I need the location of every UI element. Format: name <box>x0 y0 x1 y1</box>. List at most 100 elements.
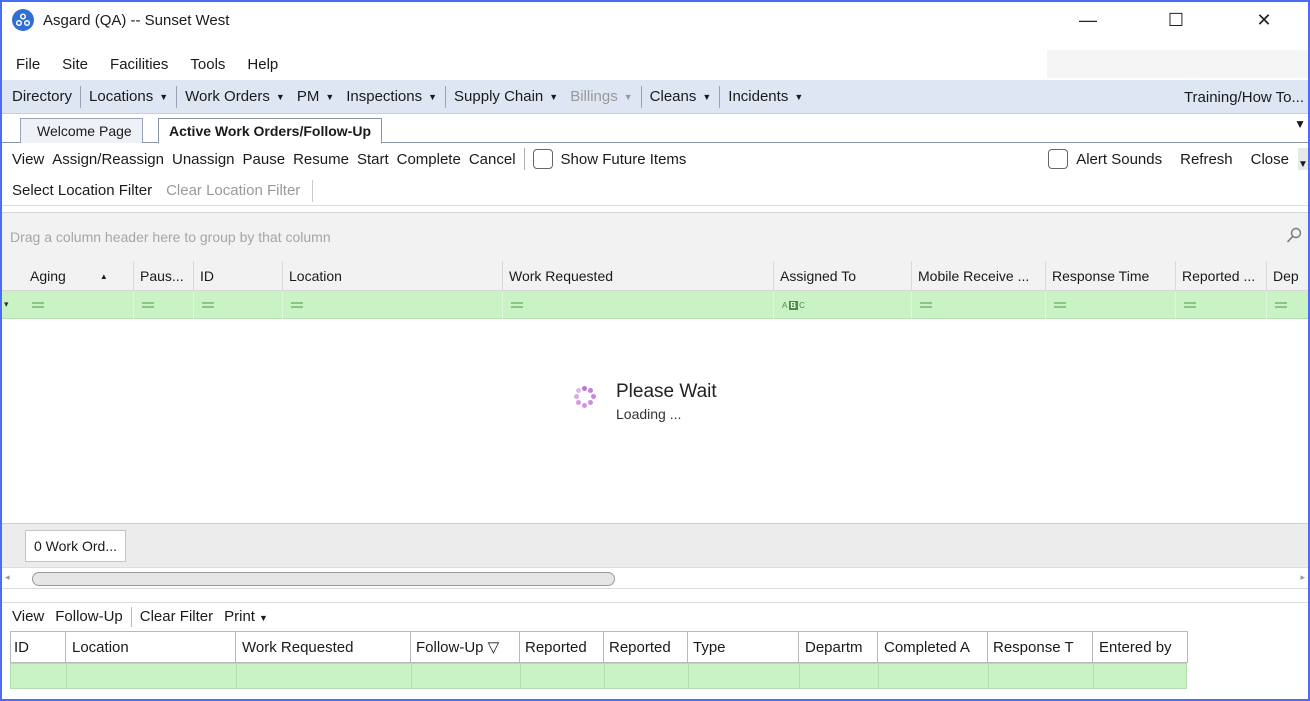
close-window-button[interactable]: ✕ <box>1220 2 1308 38</box>
filter-cell-work-requested[interactable] <box>502 291 773 319</box>
menu-site[interactable]: Site <box>51 56 99 73</box>
nav-supply-chain[interactable]: Supply Chain ▼ <box>448 88 564 105</box>
nav-inspections[interactable]: Inspections ▼ <box>340 88 443 105</box>
module-nav-bar: Directory Locations ▼ Work Orders ▼ PM ▼ In… <box>2 80 1308 114</box>
app-window: Asgard (QA) -- Sunset West — ☐ ✕ File Si… <box>0 0 1310 701</box>
nav-locations[interactable]: Locations ▼ <box>83 88 174 105</box>
column-header-reported[interactable]: Reported ... <box>1175 261 1266 291</box>
filter-cell-location[interactable] <box>282 291 502 319</box>
filter-cell-aging[interactable] <box>24 291 133 319</box>
checkbox-icon <box>532 149 553 169</box>
minimize-button[interactable]: — <box>1044 2 1132 38</box>
cancel-button[interactable]: Cancel <box>465 151 520 168</box>
followup-column-work-requested[interactable]: Work Requested <box>235 631 410 663</box>
tab-list-icon[interactable]: ▼ <box>1294 117 1306 131</box>
column-header-mobile-receive[interactable]: Mobile Receive ... <box>911 261 1045 291</box>
view-button[interactable]: View <box>2 151 48 168</box>
caret-down-icon: ▼ <box>428 91 438 102</box>
filter-cell-department[interactable] <box>1266 291 1308 319</box>
followup-column-completed-at[interactable]: Completed A <box>877 631 987 663</box>
clear-location-filter-button[interactable]: Clear Location Filter <box>156 182 304 199</box>
nav-directory[interactable]: Directory <box>2 88 78 105</box>
menu-facilities[interactable]: Facilities <box>99 56 179 73</box>
nav-cleans[interactable]: Cleans ▼ <box>644 88 718 105</box>
menu-help[interactable]: Help <box>236 56 289 73</box>
column-header-response-time[interactable]: Response Time <box>1045 261 1175 291</box>
document-tabs: Welcome Page Active Work Orders/Follow-U… <box>2 115 1308 144</box>
column-header-work-requested[interactable]: Work Requested <box>502 261 773 291</box>
followup-column-type[interactable]: Type <box>687 631 798 663</box>
column-header-location[interactable]: Location <box>282 261 502 291</box>
follow-up-toolbar: View Follow-Up Clear Filter Print ▼ <box>2 602 1308 630</box>
caret-down-icon: ▼ <box>623 91 633 102</box>
complete-button[interactable]: Complete <box>393 151 465 168</box>
group-by-panel[interactable]: Drag a column header here to group by th… <box>2 213 1308 261</box>
clear-filter-button[interactable]: Clear Filter <box>137 608 216 625</box>
loading-title: Please Wait <box>616 381 717 402</box>
followup-column-follow-up[interactable]: Follow-Up ▽ <box>410 631 519 663</box>
followup-column-reported[interactable]: Reported <box>519 631 603 663</box>
caret-down-icon: ▼ <box>549 91 559 102</box>
follow-up-button[interactable]: Follow-Up <box>47 608 126 625</box>
filter-cell-mobile-receive[interactable] <box>911 291 1045 319</box>
follow-up-view-button[interactable]: View <box>2 608 47 625</box>
print-button[interactable]: Print ▼ <box>216 608 271 625</box>
menu-file[interactable]: File <box>2 56 51 73</box>
refresh-button[interactable]: Refresh <box>1171 151 1242 168</box>
scrollbar-thumb[interactable] <box>32 572 615 586</box>
unassign-button[interactable]: Unassign <box>168 151 239 168</box>
equals-icon <box>1054 302 1066 308</box>
horizontal-scrollbar[interactable]: ◂ ▸ <box>2 567 1308 589</box>
title-bar: Asgard (QA) -- Sunset West — ☐ ✕ <box>2 2 1308 38</box>
alert-sounds-checkbox[interactable]: Alert Sounds <box>1039 149 1171 169</box>
column-header-department[interactable]: Dep <box>1266 261 1308 291</box>
resume-button[interactable]: Resume <box>289 151 353 168</box>
followup-column-id[interactable]: ID <box>10 631 65 663</box>
nav-separator <box>80 85 82 108</box>
tab-welcome-page[interactable]: Welcome Page <box>20 118 143 143</box>
followup-column-location[interactable]: Location <box>65 631 235 663</box>
filter-cell-reported[interactable] <box>1175 291 1266 319</box>
nav-work-orders[interactable]: Work Orders ▼ <box>179 88 291 105</box>
followup-column-reported-2[interactable]: Reported <box>603 631 687 663</box>
column-header-id[interactable]: ID <box>193 261 282 291</box>
scroll-left-icon[interactable]: ◂ <box>5 572 10 583</box>
filter-cell-paused[interactable] <box>133 291 193 319</box>
close-tab-button[interactable]: Close <box>1242 151 1298 168</box>
pause-button[interactable]: Pause <box>239 151 290 168</box>
nav-training-link[interactable]: Training/How To... <box>1184 80 1304 114</box>
menu-tools[interactable]: Tools <box>179 56 236 73</box>
filter-cell-divider <box>604 664 605 688</box>
column-header-assigned-to[interactable]: Assigned To <box>773 261 911 291</box>
assign-reassign-button[interactable]: Assign/Reassign <box>48 151 168 168</box>
maximize-button[interactable]: ☐ <box>1132 2 1220 38</box>
filter-cell-divider <box>1093 664 1094 688</box>
followup-column-entered-by[interactable]: Entered by <box>1092 631 1188 663</box>
toolbar-overflow-icon[interactable]: ▼ <box>1298 148 1308 170</box>
equals-icon <box>202 302 214 308</box>
follow-up-filter-row[interactable] <box>10 663 1187 689</box>
grid-footer: 0 Work Ord... <box>2 523 1308 567</box>
work-order-toolbar: View Assign/Reassign Unassign Pause Resu… <box>2 144 1308 174</box>
caret-down-icon: ▼ <box>258 613 268 623</box>
column-header-paused[interactable]: Paus... <box>133 261 193 291</box>
nav-billings[interactable]: Billings ▼ <box>564 88 638 105</box>
alert-sounds-label: Alert Sounds <box>1076 150 1163 168</box>
followup-column-department[interactable]: Departm <box>798 631 877 663</box>
followup-column-response-time[interactable]: Response T <box>987 631 1092 663</box>
tab-active-work-orders[interactable]: Active Work Orders/Follow-Up <box>158 118 382 144</box>
column-header-aging[interactable]: Aging ▲ <box>24 261 133 291</box>
filter-cell-divider <box>520 664 521 688</box>
nav-pm[interactable]: PM ▼ <box>291 88 340 105</box>
nav-separator <box>445 85 447 108</box>
search-icon[interactable] <box>1286 227 1302 245</box>
nav-incidents[interactable]: Incidents ▼ <box>722 88 809 105</box>
start-button[interactable]: Start <box>353 151 393 168</box>
filter-cell-response-time[interactable] <box>1045 291 1175 319</box>
filter-cell-assigned-to[interactable]: ABC <box>773 291 911 319</box>
scroll-right-icon[interactable]: ▸ <box>1300 572 1305 583</box>
show-future-items-checkbox[interactable]: Show Future Items <box>529 149 691 169</box>
select-location-filter-button[interactable]: Select Location Filter <box>2 182 156 199</box>
work-order-count: 0 Work Ord... <box>25 530 126 562</box>
filter-cell-id[interactable] <box>193 291 282 319</box>
